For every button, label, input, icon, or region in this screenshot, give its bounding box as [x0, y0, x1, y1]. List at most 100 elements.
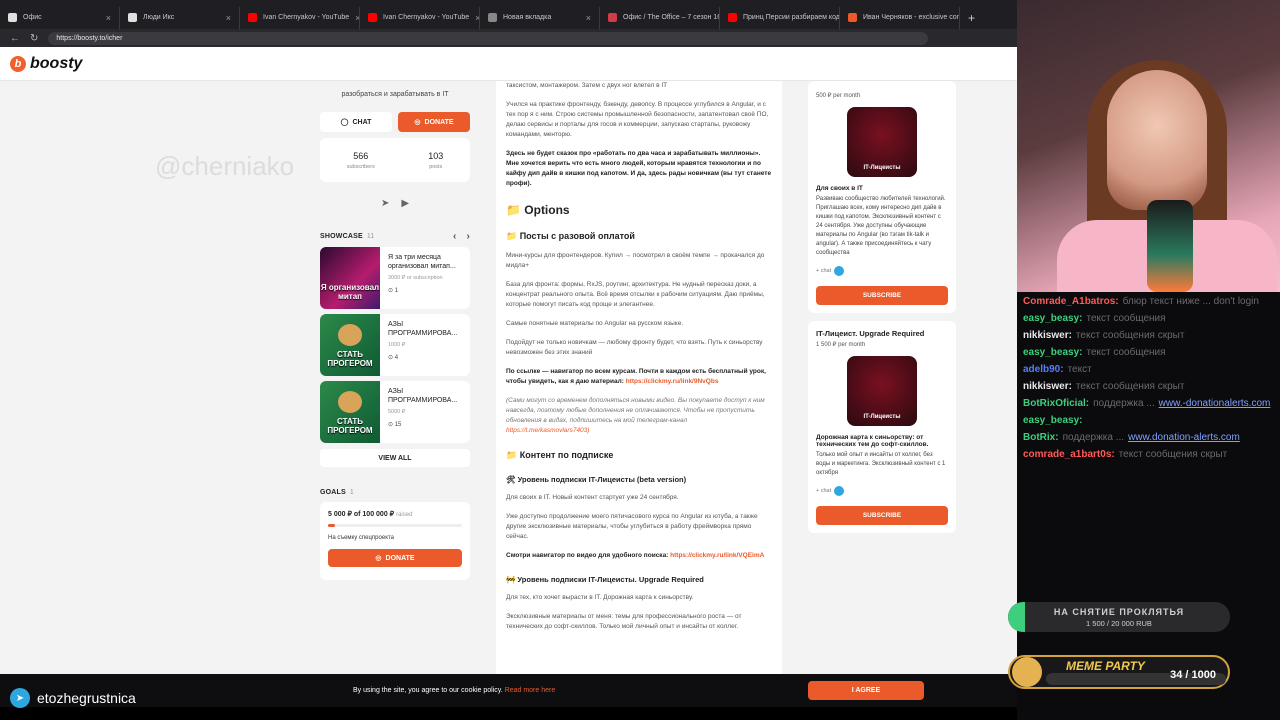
tab-favicon-icon	[248, 13, 257, 22]
refresh-icon[interactable]: ↻	[30, 33, 38, 44]
telegram-icon	[834, 486, 845, 496]
chat-text: блюр текст ниже ... don't login	[1122, 296, 1259, 307]
read-more-link[interactable]: Read more here	[505, 687, 556, 694]
tier-image: IT-Лицеисты	[847, 107, 917, 177]
browser-tab[interactable]: Офис / The Office – 7 сезон 16 се...×	[600, 6, 720, 29]
tab-label: Офис / The Office – 7 сезон 16 се...	[623, 14, 719, 21]
profile-description: таксистом, монтажером. Затем с двух ног …	[496, 81, 782, 674]
video-nav-link[interactable]: https://clickmy.ru/link/VQEimA	[670, 552, 764, 559]
paragraph: Эксклюзивные материалы от меня: темы для…	[506, 613, 742, 630]
telegram-icon[interactable]: ➤	[381, 198, 389, 209]
courses-link[interactable]: https://clickmy.ru/link/9NvQbs	[626, 378, 719, 385]
close-tab-icon[interactable]: ×	[226, 13, 231, 23]
showcase-title: SHOWCASE	[320, 233, 363, 240]
chat-text: текст	[1067, 364, 1092, 375]
chevron-left-icon[interactable]: ‹	[453, 231, 457, 242]
paragraph: Здесь не будет сказок про «работать по д…	[506, 150, 772, 187]
chat-username: adelb90:	[1023, 364, 1064, 375]
thumbnail-caption: СТАТЬ ПРОГЕРОМ	[327, 350, 373, 368]
chevron-right-icon[interactable]: ›	[466, 231, 470, 242]
browser-tab[interactable]: Ivan Chernyakov - YouTube ×	[360, 6, 480, 29]
subscription-tiers: 500 ₽ per month IT-Лицеисты Для своих в …	[808, 81, 956, 533]
chat-button[interactable]: ◯ CHAT	[320, 112, 392, 132]
donation-title: НА СНЯТИЕ ПРОКЛЯТЬЯ	[1053, 607, 1185, 617]
donate-label: DONATE	[424, 118, 454, 126]
close-tab-icon[interactable]: ×	[586, 13, 591, 23]
close-tab-icon[interactable]: ×	[106, 13, 111, 23]
browser-tab[interactable]: Люди Икс ×	[120, 6, 240, 29]
chat-link[interactable]: www.donation-alerts.com	[1128, 432, 1240, 443]
cookie-text: By using the site, you agree to our cook…	[353, 687, 503, 694]
goals-count: 1	[349, 489, 354, 496]
chat-message: BotRix: поддержка ... www.donation-alerts.…	[1023, 432, 1274, 444]
donation-progress: 1 500 / 20 000 RUB	[1086, 619, 1152, 628]
goal-donate-button[interactable]: ◎ DONATE	[328, 549, 462, 567]
tier-chat-label: + chat	[816, 488, 832, 494]
browser-tab[interactable]: Иван Черняков - exclusive conte...×	[840, 6, 960, 29]
chat-username: nikkiswer:	[1023, 330, 1072, 341]
showcase-item[interactable]: СТАТЬ ПРОГЕРОМ АЗЫ ПРОГРАММИРОВА... 1000…	[320, 314, 470, 376]
view-all-button[interactable]: VIEW ALL	[320, 449, 470, 467]
browser-tab[interactable]: Новая вкладка ×	[480, 6, 600, 29]
webcam-person	[1107, 70, 1207, 210]
showcase-item[interactable]: СТАТЬ ПРОГЕРОМ АЗЫ ПРОГРАММИРОВА... 5000…	[320, 381, 470, 443]
browser-tab[interactable]: Принц Персии разбираем код...×	[720, 6, 840, 29]
coin-icon: ◎	[414, 119, 421, 126]
showcase-price: 1000 ₽	[388, 342, 406, 348]
chat-text: текст сообщения скрыт	[1075, 381, 1185, 392]
showcase-thumbnail: СТАТЬ ПРОГЕРОМ	[320, 381, 380, 443]
profile-sidebar: разобраться и зарабатывать в IT ◯ CHAT ◎ D…	[320, 81, 470, 580]
chat-message: BotRixOficial: поддержка ... www.-donation…	[1023, 398, 1274, 410]
chat-message: nikkiswer: текст сообщения скрыт	[1023, 330, 1274, 342]
boosty-logo-icon[interactable]: b	[10, 55, 26, 72]
goal-card: 5 000 ₽ of 100 000 ₽ raised На съемку сп…	[320, 502, 470, 580]
chat-text: поддержка ...	[1093, 398, 1155, 409]
chat-icon: ◯	[340, 119, 349, 126]
chat-text: текст сообщения	[1086, 313, 1166, 324]
showcase-title-text: АЗЫ ПРОГРАММИРОВА...	[388, 321, 458, 337]
tab-label: Люди Икс	[143, 14, 175, 21]
browser-tab[interactable]: Ivan Chernyakov - YouTube ×	[240, 6, 360, 29]
options-heading: 📁 Options	[506, 203, 570, 217]
tier-image-text: IT-Лицеисты	[863, 414, 901, 420]
paragraph: Учился на практике фронтенду, бэкенду, д…	[506, 101, 769, 138]
paragraph: таксистом, монтажером. Затем с двух ног …	[506, 82, 668, 89]
chat-username: nikkiswer:	[1023, 381, 1072, 392]
showcase-price: 3000 ₽ or subscription	[388, 275, 443, 281]
telegram-icon	[834, 266, 845, 276]
chat-username: BotRixOficial:	[1023, 398, 1090, 409]
tab-label: Офис	[23, 14, 42, 21]
chat-username: easy_beasy:	[1023, 415, 1083, 426]
goals-header: GOALS 1	[320, 489, 470, 496]
agree-button[interactable]: I AGREE	[808, 681, 924, 700]
about-text: разобраться и зарабатывать в IT	[341, 91, 449, 98]
chat-username: Comrade_A1batros:	[1023, 296, 1119, 307]
new-tab-icon[interactable]: +	[968, 11, 975, 25]
chat-message: easy_beasy: текст сообщения	[1023, 347, 1274, 359]
chat-message: comrade_a1bart0s: текст сообщения скрыт	[1023, 449, 1274, 461]
site-logo[interactable]: boosty	[30, 55, 82, 73]
media-icon: ⊙	[388, 288, 394, 294]
stream-chat: Comrade_A1batros: блюр текст ниже ... don…	[1017, 292, 1280, 592]
showcase-price: 5000 ₽	[388, 409, 406, 415]
chat-text: текст сообщения скрыт	[1075, 330, 1185, 341]
chat-link[interactable]: www.-donationalerts.com	[1159, 398, 1271, 409]
subscribe-button[interactable]: SUBSCRIBE	[816, 286, 948, 305]
youtube-icon[interactable]: ▶	[401, 198, 409, 209]
doge-image	[338, 324, 362, 346]
chat-message: nikkiswer: текст сообщения скрыт	[1023, 381, 1274, 393]
showcase-media-count: 4	[394, 355, 399, 361]
paragraph: Смотри навигатор по видео для удобного п…	[506, 552, 671, 559]
showcase-item[interactable]: Я организовал митап Я за три месяца орга…	[320, 247, 470, 309]
subscribe-button[interactable]: SUBSCRIBE	[816, 506, 948, 525]
goals-title: GOALS	[320, 489, 346, 496]
showcase-thumbnail: Я организовал митап	[320, 247, 380, 309]
telegram-link[interactable]: https://t.me/kasmovlars7403)	[506, 427, 589, 434]
url-field[interactable]: https://boosty.to/icher	[48, 31, 929, 45]
coin-icon: ◎	[375, 555, 382, 562]
browser-tab[interactable]: Офис ×	[0, 6, 120, 29]
donate-button[interactable]: ◎ DONATE	[398, 112, 470, 132]
webcam-lamp	[1147, 200, 1193, 292]
back-icon[interactable]: ←	[10, 33, 20, 44]
goal-donate-label: DONATE	[385, 554, 415, 562]
